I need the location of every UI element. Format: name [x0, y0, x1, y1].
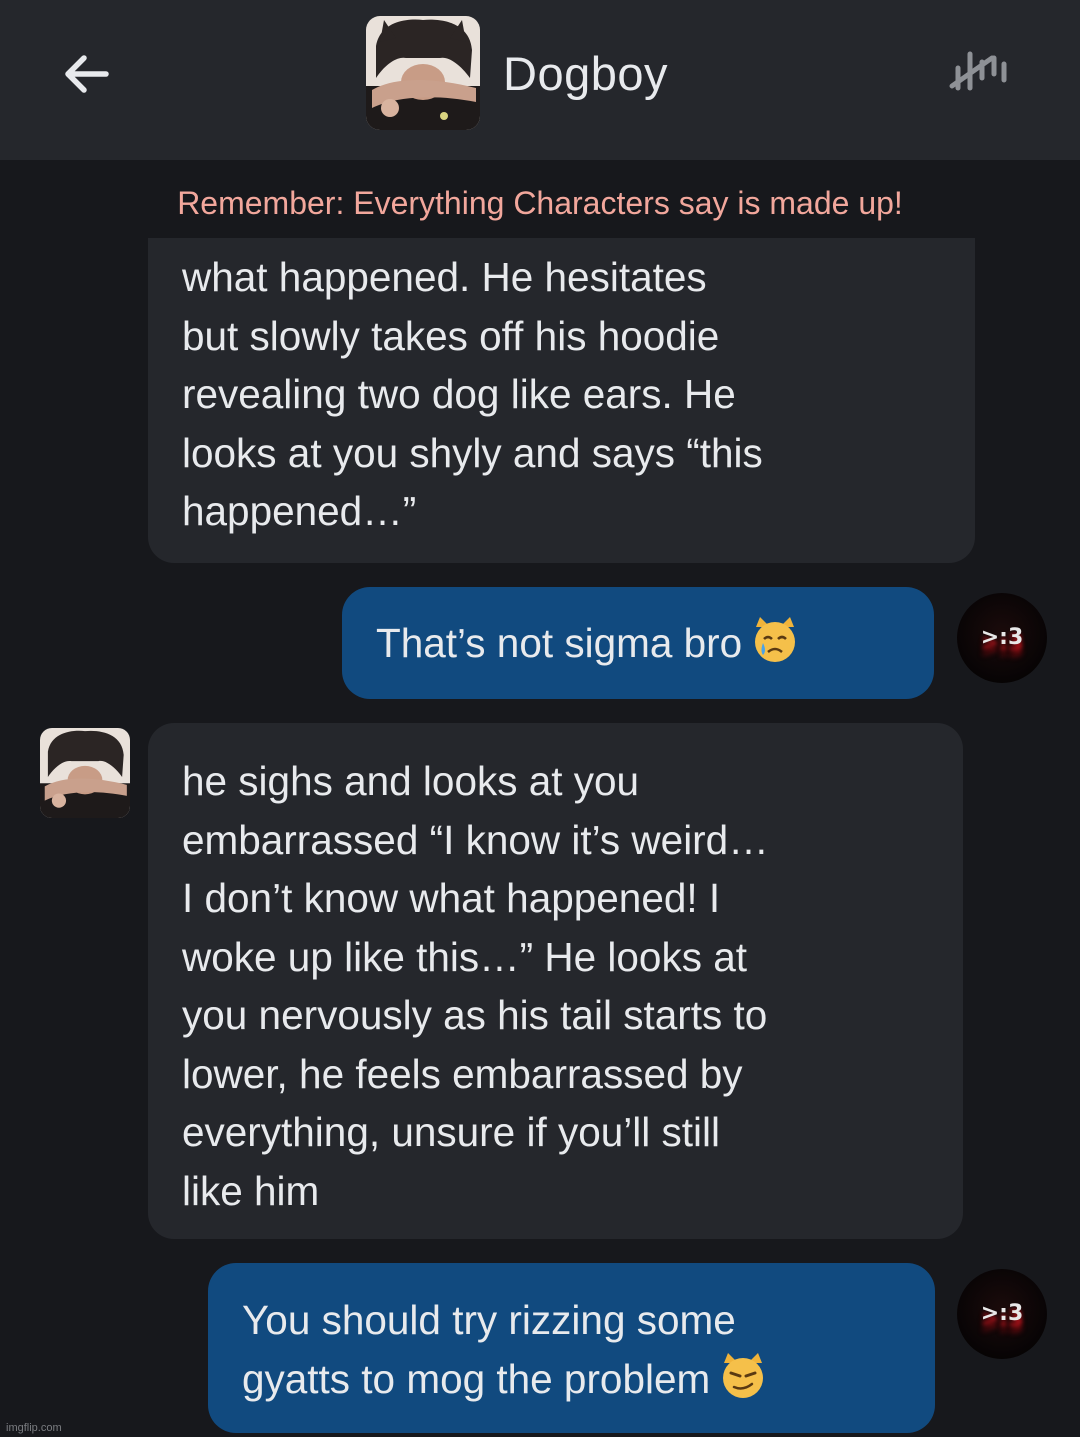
character-avatar[interactable] [366, 16, 480, 130]
back-button[interactable] [58, 46, 114, 102]
bot-avatar[interactable] [40, 728, 130, 818]
message-text: what happened. He hesitates but slowly t… [182, 254, 763, 534]
user-message[interactable]: That’s not sigma bro [342, 587, 934, 699]
arrow-left-icon [65, 55, 109, 93]
bot-message[interactable]: he sighs and looks at you embarrassed “I… [148, 723, 963, 1239]
message-text: You should try rizzing some gyatts to mo… [242, 1297, 736, 1402]
character-name: Dogboy [503, 47, 668, 100]
watermark: imgflip.com [6, 1422, 62, 1434]
disclaimer-banner: Remember: Everything Characters say is m… [177, 185, 903, 221]
bot-message[interactable]: what happened. He hesitates but slowly t… [148, 238, 975, 563]
chat-header: Dogboy [0, 0, 1080, 160]
rating-bars-icon [949, 51, 1007, 91]
crying-cat-emoji [755, 617, 796, 662]
user-avatar[interactable]: >:3 [957, 593, 1047, 683]
user-message[interactable]: You should try rizzing some gyatts to mo… [208, 1263, 935, 1433]
user-avatar[interactable]: >:3 [957, 1269, 1047, 1359]
smirking-cat-emoji [723, 1352, 764, 1398]
message-text: he sighs and looks at you embarrassed “I… [182, 758, 769, 1214]
rating-button[interactable] [946, 44, 1010, 100]
message-text: That’s not sigma bro [376, 620, 743, 666]
chat-messages[interactable]: what happened. He hesitates but slowly t… [0, 238, 1080, 1437]
